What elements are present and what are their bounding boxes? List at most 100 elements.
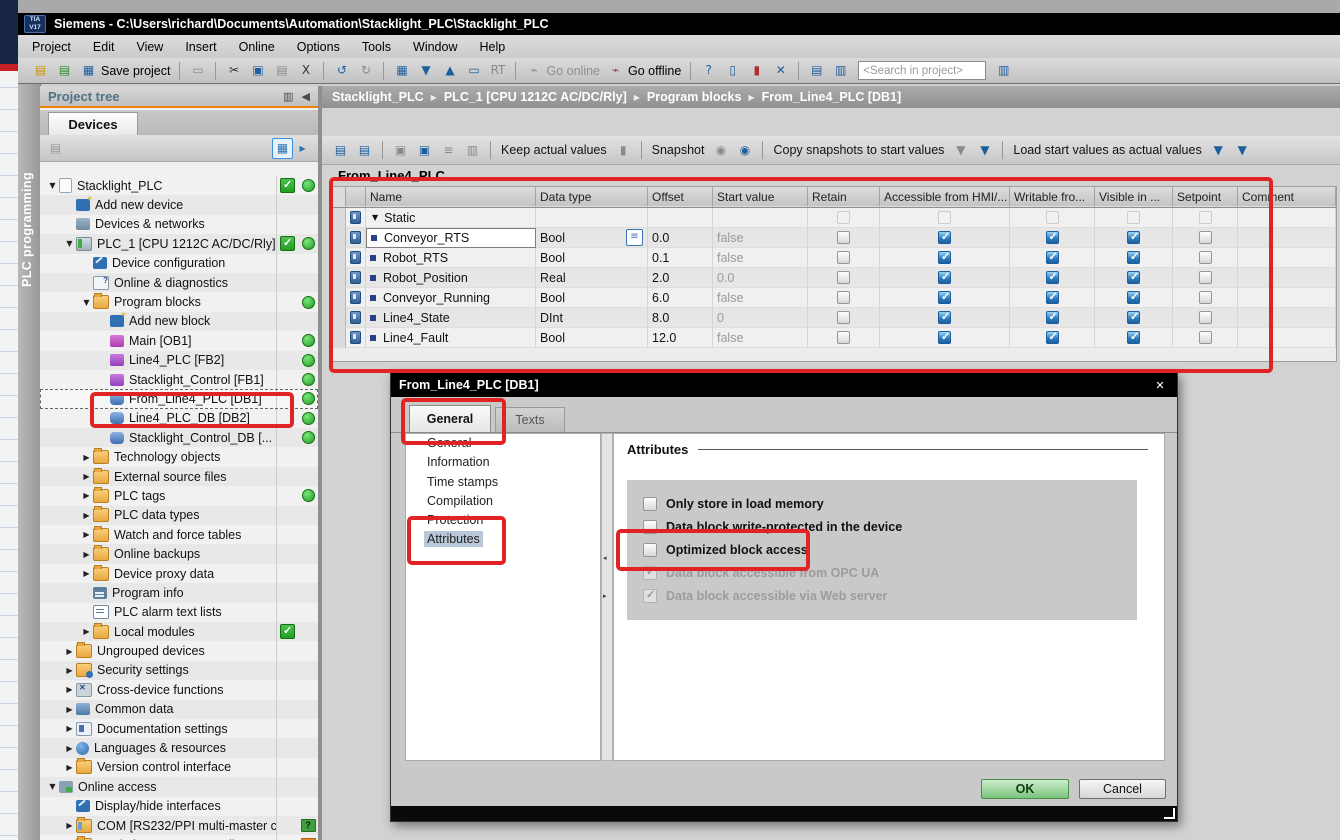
dialog-title-bar[interactable]: From_Line4_PLC [DB1] × [391,373,1177,397]
setpoint-checkbox[interactable] [1199,211,1212,224]
tree-item-cross-device-functions[interactable]: ▶Cross-device functions [40,680,318,699]
cell-start-value[interactable]: 0.0 [713,268,808,288]
load-start-as-actual-icon[interactable]: ▼ [1208,141,1229,160]
retain-checkbox[interactable] [837,251,850,264]
setpoint-checkbox[interactable] [1199,331,1212,344]
cell-start-value[interactable]: false [713,248,808,268]
accessible-hmi-checkbox[interactable] [938,271,951,284]
breadcrumb-program-blocks[interactable]: Program blocks [647,90,741,104]
cell-name[interactable]: Robot_RTS [366,248,536,268]
retain-checkbox[interactable] [837,331,850,344]
writable-hmi-checkbox[interactable] [1046,291,1059,304]
row-selector[interactable] [332,288,346,308]
print-icon[interactable]: ▭ [187,61,208,80]
writable-hmi-checkbox[interactable] [1046,231,1059,244]
column-header-comment[interactable]: Comment [1238,187,1336,207]
column-header-name[interactable]: Name [366,187,536,207]
expander-icon[interactable]: ▶ [63,724,76,733]
tree-item-add-new-device[interactable]: Add new device [40,195,318,214]
row-selector[interactable] [332,268,346,288]
tree-item-security-settings[interactable]: ▶Security settings [40,661,318,680]
group-expander-icon[interactable]: ▼ [372,213,378,222]
menu-options[interactable]: Options [297,40,340,54]
cell-name[interactable]: Conveyor_Running [366,288,536,308]
expander-icon[interactable]: ▼ [46,181,59,190]
cell-comment[interactable] [1238,328,1336,348]
accessible-hmi-checkbox[interactable] [938,291,951,304]
menu-help[interactable]: Help [479,40,505,54]
breadcrumb-stacklight-plc[interactable]: Stacklight_PLC [332,90,424,104]
column-header-retain[interactable]: Retain [808,187,880,207]
writable-hmi-checkbox[interactable] [1046,331,1059,344]
redo-icon[interactable]: ↻ [355,61,376,80]
cell-name[interactable]: Line4_State [366,308,536,328]
expander-icon[interactable]: ▶ [63,647,76,656]
project-library-icon[interactable]: ▥ [993,61,1014,80]
tree-item-com-rs232-ppi-multi-master-c[interactable]: ▶COM [RS232/PPI multi-master c...? [40,816,318,835]
column-header-data-type[interactable]: Data type [536,187,648,207]
expander-icon[interactable]: ▶ [63,821,76,830]
menu-window[interactable]: Window [413,40,457,54]
cell-start-value[interactable]: false [713,228,808,248]
stop-simulation-icon[interactable]: ▮ [746,61,767,80]
go-offline-button[interactable]: ⌁Go offline [605,61,683,80]
ok-button[interactable]: OK [981,779,1069,799]
tree-item-device-configuration[interactable]: Device configuration [40,254,318,273]
tree-item-online-diagnostics[interactable]: Online & diagnostics [40,273,318,292]
menu-tools[interactable]: Tools [362,40,391,54]
setpoint-checkbox[interactable] [1199,311,1212,324]
upload-from-device-icon[interactable]: ▲ [439,61,460,80]
breadcrumb-from-line4-plc-db1[interactable]: From_Line4_PLC [DB1] [762,90,902,104]
expander-icon[interactable]: ▶ [63,705,76,714]
dialog-nav-attributes[interactable]: Attributes [406,530,600,549]
insert-row-below-icon[interactable]: ▤ [354,141,375,160]
download-to-device-icon[interactable]: ▼ [415,61,436,80]
accessible-hmi-checkbox[interactable] [938,251,951,264]
cell-offset[interactable]: 0.1 [648,248,713,268]
expander-icon[interactable]: ▼ [46,782,59,791]
expander-icon[interactable]: ▶ [80,569,93,578]
row-selector[interactable] [332,228,346,248]
breadcrumb-plc-1-cpu-1212c-ac-dc-rly[interactable]: PLC_1 [CPU 1212C AC/DC/Rly] [444,90,627,104]
cell-data-type[interactable]: Bool≡ [536,228,648,248]
split-editor-vertical-icon[interactable]: ▥ [830,61,851,80]
cell-offset[interactable]: 6.0 [648,288,713,308]
retain-checkbox[interactable] [837,211,850,224]
optimized-block-access-checkbox[interactable] [643,543,657,557]
accessible-hmi-checkbox[interactable] [938,331,951,344]
tree-item-technology-objects[interactable]: ▶Technology objects [40,447,318,466]
visible-hmi-checkbox[interactable] [1127,311,1140,324]
cell-comment[interactable] [1238,248,1336,268]
compile-icon[interactable]: ▦ [391,61,412,80]
expand-elements-icon[interactable]: ≡ [438,141,459,160]
tree-item-version-control-interface[interactable]: ▶Version control interface [40,758,318,777]
cell-offset[interactable] [648,208,713,228]
tree-item-plc-data-types[interactable]: ▶PLC data types [40,506,318,525]
snapshot-compare-icon[interactable]: ▥ [462,141,483,160]
column-header-setpoint[interactable]: Setpoint [1173,187,1238,207]
insert-row-icon[interactable]: ▤ [330,141,351,160]
setpoint-checkbox[interactable] [1199,271,1212,284]
cell-offset[interactable]: 12.0 [648,328,713,348]
cross-references-icon[interactable]: ✕ [770,61,791,80]
menu-online[interactable]: Online [239,40,275,54]
cell-offset[interactable]: 0.0 [648,228,713,248]
expander-icon[interactable]: ▶ [80,550,93,559]
tree-item-watch-and-force-tables[interactable]: ▶Watch and force tables [40,525,318,544]
column-header-offset[interactable]: Offset [648,187,713,207]
paste-icon[interactable]: ▤ [271,61,292,80]
tree-item-from-line4-plc-db1[interactable]: From_Line4_PLC [DB1] [40,389,318,408]
cell-comment[interactable] [1238,208,1336,228]
tree-item-local-modules[interactable]: ▶Local modules [40,622,318,641]
tree-filter-icon[interactable]: ▤ [46,139,65,158]
search-in-project-input[interactable] [858,61,986,80]
save-project-button[interactable]: ▦Save project [78,61,172,80]
details-view-icon[interactable]: ▦ [272,138,293,159]
cell-offset[interactable]: 2.0 [648,268,713,288]
setpoint-checkbox[interactable] [1199,231,1212,244]
cell-comment[interactable] [1238,288,1336,308]
tree-item-display-hide-interfaces[interactable]: Display/hide interfaces [40,797,318,816]
new-project-icon[interactable]: ▤ [30,61,51,80]
tree-item-device-proxy-data[interactable]: ▶Device proxy data [40,564,318,583]
cell-data-type[interactable]: Bool [536,328,648,348]
